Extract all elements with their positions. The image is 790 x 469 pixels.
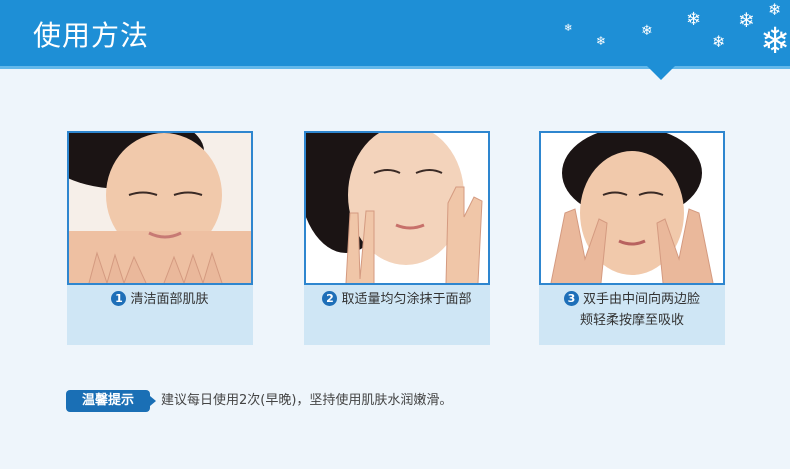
step-text-line2: 颊轻柔按摩至吸收 bbox=[579, 313, 684, 328]
snowflake-icon: ❄ bbox=[712, 32, 726, 51]
snowflake-icon: ❄ bbox=[738, 8, 755, 32]
snowflake-icon: ❄ bbox=[760, 21, 790, 62]
applying-cream-photo bbox=[304, 131, 490, 285]
snowflake-icon: ❄ bbox=[686, 9, 702, 30]
step-number-badge: 2 bbox=[322, 291, 338, 306]
snowflake-icon: ❄ bbox=[768, 0, 782, 19]
header-notch bbox=[647, 66, 675, 80]
tip-badge: 温馨提示 bbox=[66, 390, 156, 412]
snowflake-icon: ❄ bbox=[641, 23, 653, 39]
step-text: 清洁面部肌肤 bbox=[130, 292, 209, 307]
step-card-2: 2 取适量均匀涂抹于面部 bbox=[304, 131, 490, 345]
tip-text: 建议每日使用2次(早晚)，坚持使用肌肤水润嫩滑。 bbox=[161, 393, 453, 408]
step-text: 取适量均匀涂抹于面部 bbox=[341, 292, 472, 307]
header-banner: 使用方法 ❄ ❄ ❄ ❄ ❄ ❄ ❄ ❄ bbox=[0, 0, 790, 69]
step-card-1: 1 清洁面部肌肤 bbox=[67, 131, 253, 345]
step-number-badge: 3 bbox=[563, 291, 579, 306]
step-number-badge: 1 bbox=[111, 291, 127, 306]
step-caption: 2 取适量均匀涂抹于面部 bbox=[304, 289, 490, 310]
step-card-3: 3 双手由中间向两边脸 颊轻柔按摩至吸收 bbox=[539, 131, 725, 345]
page-title: 使用方法 bbox=[33, 19, 150, 52]
step-caption: 3 双手由中间向两边脸 颊轻柔按摩至吸收 bbox=[539, 289, 725, 331]
massage-face-photo bbox=[539, 131, 725, 285]
step-text: 双手由中间向两边脸 bbox=[582, 292, 700, 307]
face-washing-photo bbox=[67, 131, 253, 285]
snowflake-icon: ❄ bbox=[564, 23, 573, 34]
step-caption: 1 清洁面部肌肤 bbox=[67, 289, 253, 310]
snowflake-icon: ❄ bbox=[596, 34, 607, 48]
